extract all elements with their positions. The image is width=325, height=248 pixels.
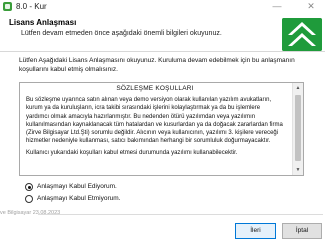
page-subtitle: Lütfen devam etmeden önce aşağıdaki önem… — [21, 30, 222, 37]
license-text: SÖZLEŞME KOŞULLARI Bu sözleşme uyarınca … — [26, 84, 284, 161]
reject-radio-label[interactable]: Anlaşmayı Kabul Etmiyorum. — [37, 194, 120, 204]
scroll-down-icon[interactable]: ▼ — [293, 165, 303, 175]
window-title: 8.0 - Kur — [16, 2, 47, 11]
cancel-button[interactable]: İptal — [282, 223, 322, 239]
footer-brand-text: ve Bilgisayar 23.08.2023 — [0, 210, 61, 216]
zirve-logo-icon — [282, 18, 322, 51]
license-paragraph: Bu sözleşme uyarınca satın alınan veya d… — [26, 97, 283, 145]
close-button[interactable]: ✕ — [299, 0, 323, 14]
scroll-up-icon[interactable]: ▲ — [293, 83, 303, 93]
intro-text: Lütfen Aşağıdaki Lisans Anlaşmasını okuy… — [19, 57, 295, 73]
accept-radio-label[interactable]: Anlaşmayı Kabul Ediyorum. — [37, 182, 117, 192]
minimize-button[interactable]: — — [265, 0, 289, 14]
next-button[interactable]: İleri — [235, 223, 276, 239]
scroll-thumb[interactable] — [295, 95, 301, 161]
license-heading: SÖZLEŞME KOŞULLARI — [116, 85, 194, 92]
license-textbox[interactable]: SÖZLEŞME KOŞULLARI Bu sözleşme uyarınca … — [19, 82, 304, 176]
wizard-header: Lisans Anlaşması Lütfen devam etmeden ön… — [0, 14, 325, 52]
reject-radio-button[interactable] — [25, 195, 33, 203]
app-icon — [3, 2, 12, 11]
page-title: Lisans Anlaşması — [9, 18, 77, 27]
license-paragraph: Kullanıcı yukarıdaki koşulları kabul etm… — [26, 149, 238, 156]
license-scrollbar[interactable]: ▲ ▼ — [292, 83, 303, 175]
title-bar: 8.0 - Kur — ✕ — [0, 0, 325, 14]
accept-radio-button[interactable] — [25, 183, 33, 191]
footer-divider — [38, 214, 323, 215]
